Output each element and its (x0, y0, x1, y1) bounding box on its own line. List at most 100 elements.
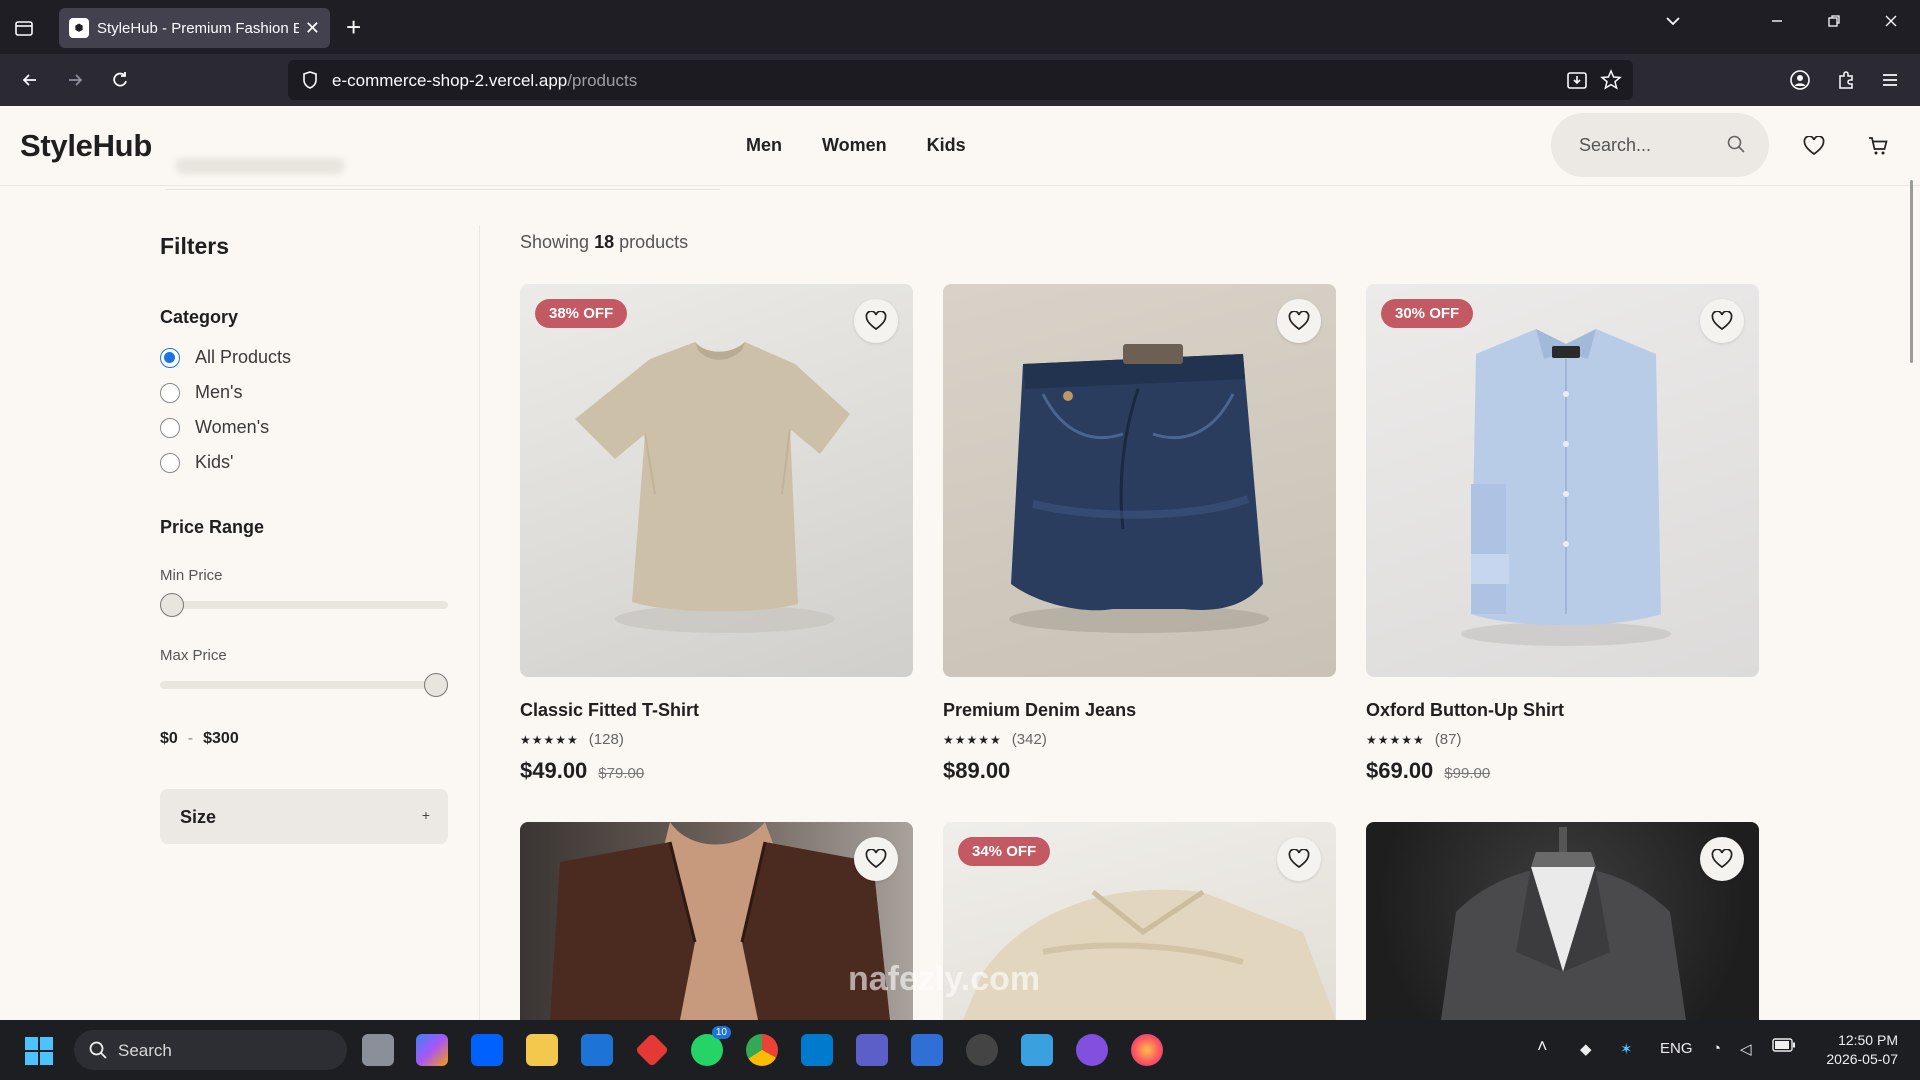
security-shield-icon[interactable]: ◆ (1580, 1040, 1592, 1058)
browser-navbar: e-commerce-shop-2.vercel.app/products (0, 54, 1920, 106)
favorite-heart-icon[interactable] (1277, 837, 1321, 881)
battery-icon[interactable] (1772, 1038, 1796, 1056)
github-desktop-icon[interactable] (1076, 1034, 1108, 1066)
close-window-icon[interactable] (1882, 12, 1900, 36)
minimize-icon[interactable] (1768, 12, 1786, 36)
product-image[interactable] (1366, 822, 1759, 1020)
address-bar[interactable]: e-commerce-shop-2.vercel.app/products (288, 60, 1633, 100)
browser-tabbar: ⬢ StyleHub - Premium Fashion E-c ✕ + (0, 0, 1920, 54)
product-name[interactable]: Premium Denim Jeans (943, 700, 1336, 721)
app-menu-icon[interactable] (1876, 66, 1904, 94)
size-filter-label: Size (180, 807, 217, 827)
search-placeholder: Search... (1579, 135, 1652, 155)
review-count: (342) (1011, 731, 1047, 748)
dropbox-icon[interactable] (471, 1034, 503, 1066)
taskbar-search-icon (88, 1040, 108, 1065)
favorite-heart-icon[interactable] (1277, 299, 1321, 343)
page-scrollbar-thumb[interactable] (1910, 180, 1913, 363)
whatsapp-icon[interactable]: 10 (691, 1026, 731, 1066)
product-card[interactable]: 38% OFF Classic Fitted T-Shirt ★★★★★ (12… (520, 284, 913, 784)
favorite-heart-icon[interactable] (854, 299, 898, 343)
min-price-slider-thumb[interactable] (160, 593, 184, 617)
search-icon[interactable] (1725, 133, 1747, 160)
product-card[interactable] (1366, 822, 1759, 1020)
results-count: Showing 18 products (520, 232, 688, 253)
rating-stars: ★★★★★ (1366, 732, 1425, 747)
radio-kids[interactable] (160, 452, 180, 473)
taskbar-clock[interactable]: 12:50 PM 2026-05-07 (1818, 1031, 1898, 1069)
nav-link-kids[interactable]: Kids (927, 135, 966, 156)
product-image[interactable]: 30% OFF (1366, 284, 1759, 677)
category-option-womens[interactable]: Women's (160, 417, 269, 438)
rating-stars: ★★★★★ (943, 732, 1002, 747)
app-icon[interactable] (1021, 1034, 1053, 1066)
chrome-icon[interactable] (746, 1034, 778, 1066)
volume-icon[interactable]: ◁ (1740, 1040, 1752, 1058)
url-path: /products (567, 71, 638, 90)
tab-close-icon[interactable]: ✕ (305, 18, 320, 39)
file-explorer-icon[interactable] (526, 1034, 558, 1066)
bluetooth-icon[interactable]: ✶ (1620, 1040, 1633, 1058)
new-tab-icon[interactable]: + (346, 12, 361, 42)
category-option-mens[interactable]: Men's (160, 382, 242, 403)
max-price-slider-thumb[interactable] (424, 673, 448, 697)
range-min-value: $0 (160, 730, 178, 747)
product-name[interactable]: Classic Fitted T-Shirt (520, 700, 913, 721)
copilot-icon[interactable] (416, 1034, 448, 1066)
restore-icon[interactable] (1825, 12, 1843, 36)
outlook-icon[interactable] (581, 1034, 613, 1066)
bookmark-star-icon[interactable] (1600, 69, 1622, 96)
wifi-icon[interactable]: ◔ (1712, 1040, 1721, 1057)
install-app-icon[interactable] (1566, 70, 1588, 95)
reload-icon[interactable] (106, 66, 134, 94)
size-filter-accordion[interactable]: Size + (160, 789, 448, 844)
taskbar-search[interactable]: Search (74, 1030, 347, 1070)
favorite-heart-icon[interactable] (854, 837, 898, 881)
forward-arrow-icon[interactable] (61, 66, 89, 94)
vscode-icon[interactable] (801, 1034, 833, 1066)
product-name[interactable]: Oxford Button-Up Shirt (1366, 700, 1759, 721)
teams-icon[interactable] (856, 1034, 888, 1066)
wishlist-heart-icon[interactable] (1802, 134, 1826, 158)
site-shield-icon[interactable] (300, 70, 320, 95)
favorite-heart-icon[interactable] (1700, 299, 1744, 343)
browser-tab-active[interactable]: ⬢ StyleHub - Premium Fashion E-c ✕ (59, 8, 330, 48)
anydesk-icon[interactable] (635, 1033, 669, 1067)
oxford-shirt-illustration (1461, 329, 1671, 646)
tray-overflow-chevron-icon[interactable]: ˄ (1537, 1036, 1548, 1057)
site-logo[interactable]: StyleHub (20, 128, 152, 164)
category-title: Category (160, 307, 239, 327)
favorite-heart-icon[interactable] (1700, 837, 1744, 881)
discount-badge: 30% OFF (1381, 299, 1474, 328)
nav-link-men[interactable]: Men (746, 135, 782, 156)
product-card[interactable]: Premium Denim Jeans ★★★★★ (342) $89.00 (943, 284, 1336, 784)
expand-plus-icon[interactable]: + (422, 807, 430, 823)
app-icon[interactable] (911, 1034, 943, 1066)
product-image[interactable]: 38% OFF (520, 284, 913, 677)
product-image[interactable] (943, 284, 1336, 677)
category-option-kids[interactable]: Kids' (160, 452, 233, 473)
radio-mens[interactable] (160, 382, 180, 403)
cart-icon[interactable] (1866, 134, 1890, 158)
media-player-icon[interactable] (966, 1034, 998, 1066)
back-arrow-icon[interactable] (16, 66, 44, 94)
tab-overflow-chevron-icon[interactable] (1664, 12, 1682, 36)
windows-start-icon[interactable] (24, 1036, 54, 1071)
tab-list-icon[interactable] (10, 14, 38, 42)
product-prices: $89.00 (943, 758, 1336, 784)
max-price-label: Max Price (160, 647, 227, 664)
search-input[interactable]: Search... (1551, 113, 1769, 177)
max-price-slider-track[interactable] (160, 681, 448, 689)
nav-link-women[interactable]: Women (822, 135, 887, 156)
task-view-icon[interactable] (362, 1034, 394, 1066)
language-indicator[interactable]: ENG (1660, 1040, 1693, 1057)
extensions-icon[interactable] (1832, 66, 1860, 94)
watermark-text: nafezly.com (848, 960, 1041, 998)
radio-all-products[interactable] (160, 347, 180, 368)
account-icon[interactable] (1786, 66, 1814, 94)
category-option-all[interactable]: All Products (160, 347, 291, 368)
product-card[interactable]: 30% OFF Oxford Button-Up Shirt ★★★★★ (87… (1366, 284, 1759, 784)
radio-womens[interactable] (160, 417, 180, 438)
firefox-icon[interactable] (1131, 1034, 1163, 1066)
min-price-slider-track[interactable] (160, 601, 448, 609)
